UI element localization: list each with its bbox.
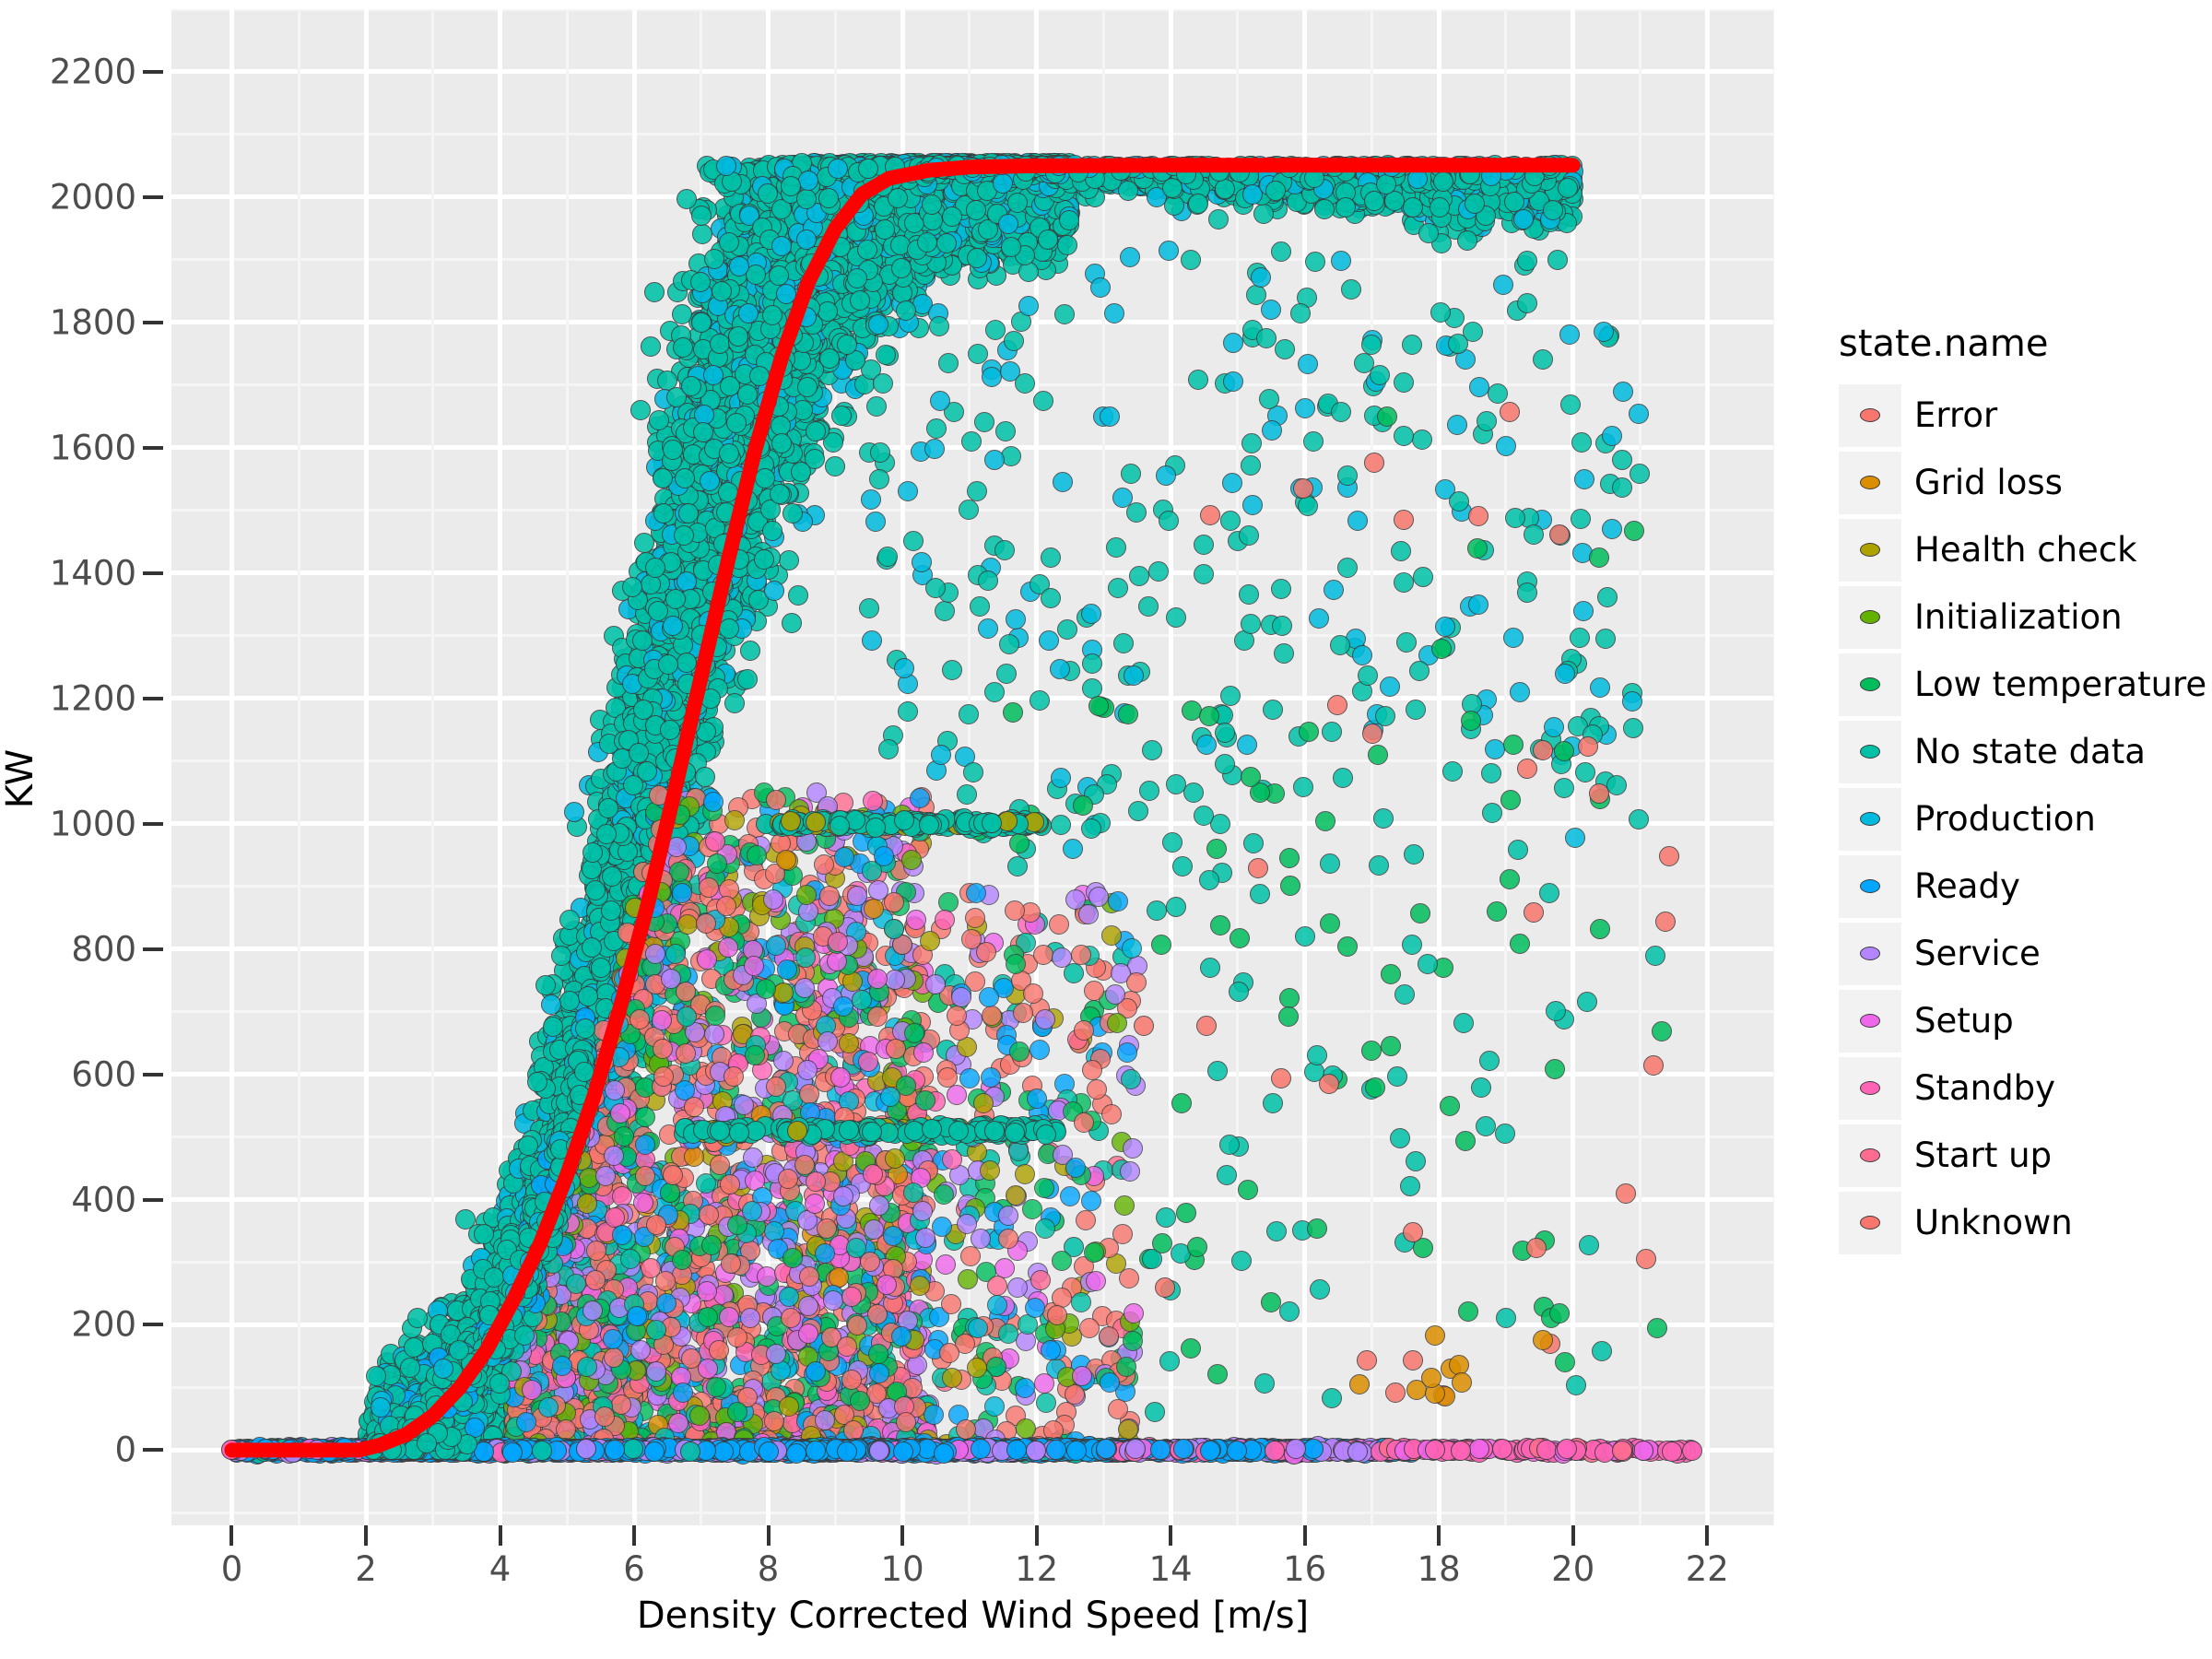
y-tick-label: 1800 <box>50 302 136 342</box>
y-tick-label: 1000 <box>50 804 136 843</box>
y-tick-label: 2200 <box>50 52 136 91</box>
y-tick-label: 1600 <box>50 428 136 467</box>
y-axis-tick-labels: 0 200 400 600 800 1000 1200 1400 1600 1800 2000 220… <box>0 9 163 1525</box>
y-tick-label: 2000 <box>50 177 136 217</box>
y-tick-label: 0 <box>114 1430 136 1470</box>
y-tick-mark <box>143 194 163 199</box>
y-tick-mark <box>143 1448 163 1453</box>
y-tick-label: 200 <box>71 1305 136 1345</box>
y-tick-mark <box>143 320 163 324</box>
y-tick-label: 600 <box>71 1054 136 1094</box>
power-curve-scatter-plot: KW 0 200 400 600 800 1000 1200 1400 1600 1800 2000… <box>0 0 2212 1659</box>
y-tick-mark <box>143 947 163 951</box>
y-tick-mark <box>143 69 163 74</box>
plot-panel <box>171 9 1774 1525</box>
y-tick-label: 400 <box>71 1180 136 1219</box>
y-tick-label: 1400 <box>50 553 136 593</box>
y-tick-mark <box>143 571 163 575</box>
y-tick-mark <box>143 821 163 826</box>
y-tick-mark <box>143 445 163 450</box>
y-tick-mark <box>143 1072 163 1077</box>
y-tick-mark <box>143 696 163 700</box>
y-tick-mark <box>143 1197 163 1202</box>
y-tick-label: 1200 <box>50 678 136 718</box>
y-tick-label: 800 <box>71 929 136 969</box>
y-tick-mark <box>143 1323 163 1327</box>
